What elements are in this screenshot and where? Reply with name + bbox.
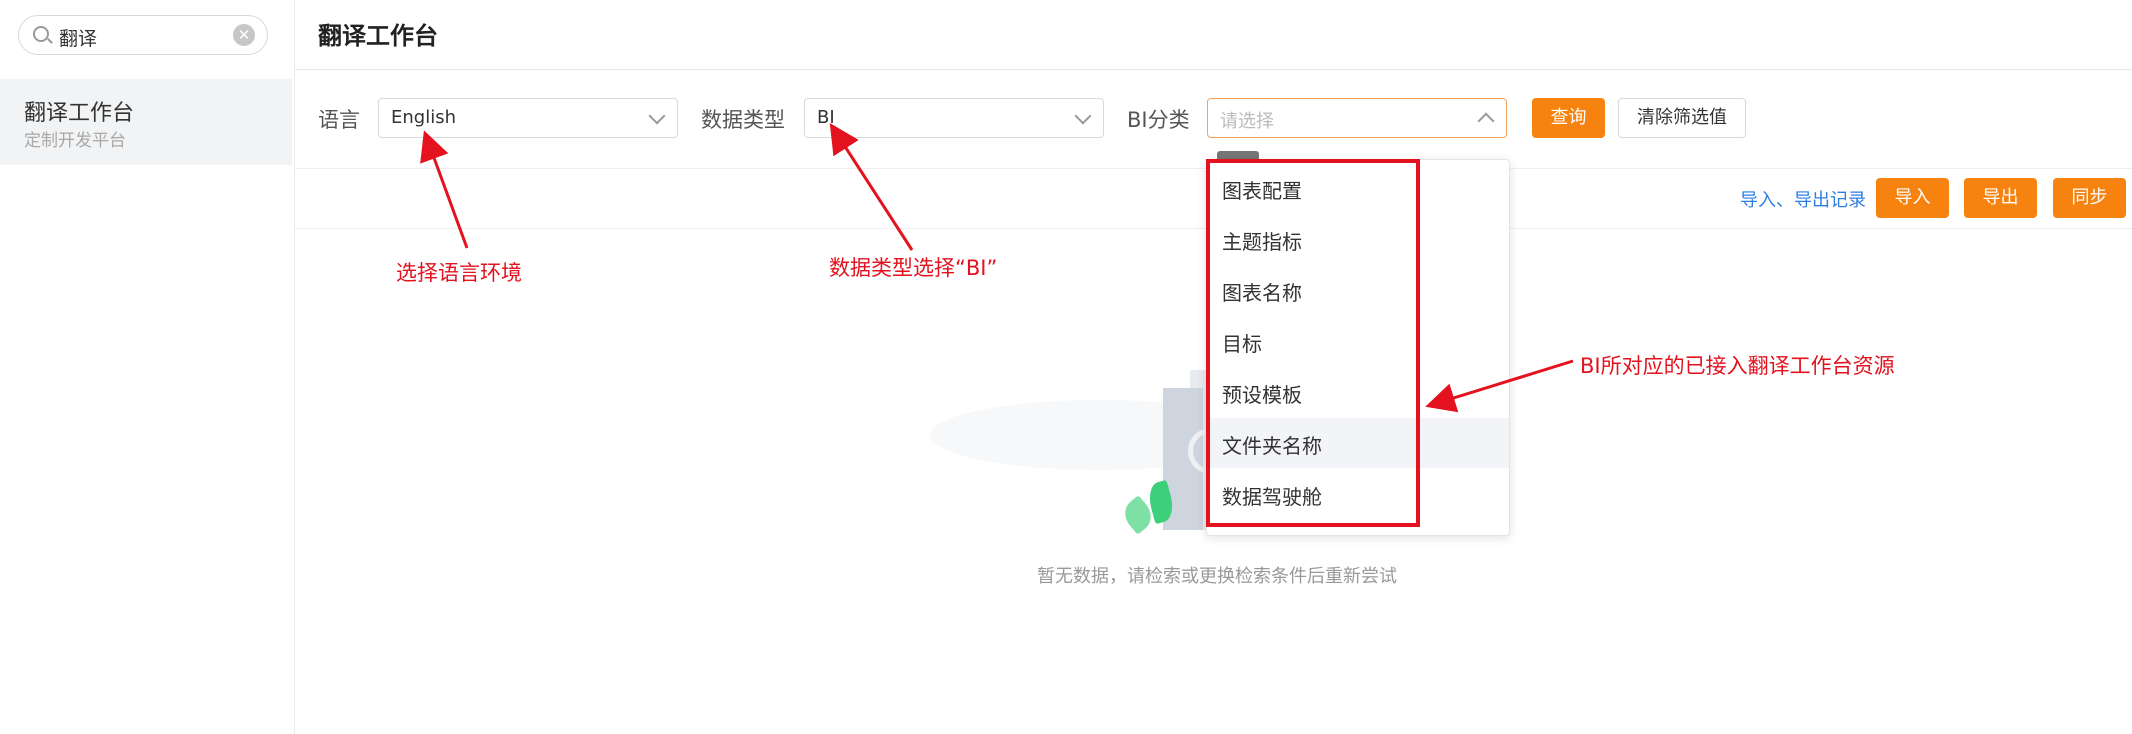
language-arrow: [420, 130, 469, 249]
data-type-annotation: 数据类型选择“BI”: [829, 256, 998, 280]
category-arrow: [1425, 359, 1574, 413]
language-annotation: 选择语言环境: [396, 261, 522, 285]
data-type-arrow: [829, 122, 914, 251]
category-annotation: BI所对应的已接入翻译工作台资源: [1580, 354, 1895, 378]
